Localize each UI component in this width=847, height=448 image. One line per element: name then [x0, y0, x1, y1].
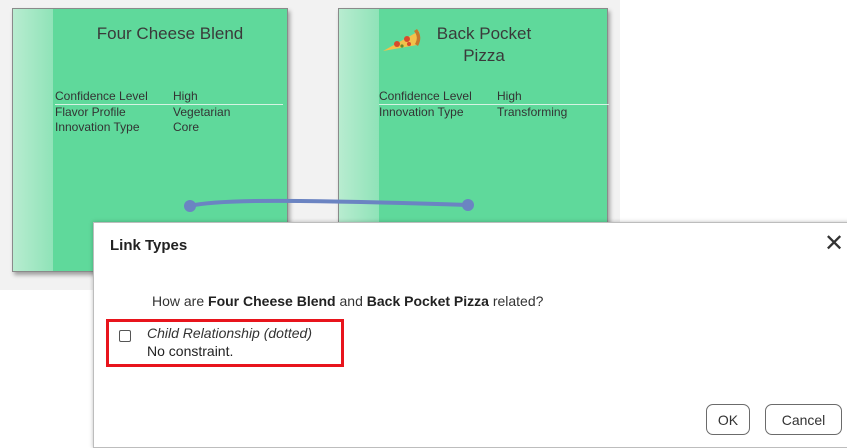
- card-properties: Confidence Level High Innovation Type Tr…: [379, 89, 609, 120]
- card-properties: Confidence Level High Flavor Profile Veg…: [55, 89, 283, 135]
- item-b-name: Back Pocket Pizza: [366, 293, 489, 309]
- property-value: High: [497, 89, 522, 103]
- card-back-pocket-pizza[interactable]: Back Pocket Pizza Confidence Level High …: [338, 8, 609, 233]
- property-label: Flavor Profile: [55, 105, 126, 119]
- card-strip: [13, 9, 53, 271]
- property-label: Confidence Level: [379, 89, 472, 103]
- card-strip: [339, 9, 379, 232]
- card-title-line: Pizza: [463, 46, 505, 65]
- property-row: Flavor Profile Vegetarian: [55, 105, 283, 120]
- option-title: Child Relationship (dotted): [147, 325, 312, 341]
- property-label: Innovation Type: [379, 105, 464, 119]
- close-icon[interactable]: ✕: [821, 231, 847, 257]
- pizza-slice-icon: [383, 29, 421, 51]
- property-row: Confidence Level High: [379, 89, 609, 105]
- property-row: Innovation Type Core: [55, 120, 283, 135]
- property-value: Vegetarian: [173, 105, 231, 119]
- property-value: Core: [173, 120, 200, 134]
- cancel-button[interactable]: Cancel: [765, 404, 842, 435]
- item-a-name: Four Cheese Blend: [208, 293, 336, 309]
- question-prefix: How are: [152, 293, 209, 309]
- question-middle: and: [335, 293, 367, 309]
- child-relationship-option[interactable]: Child Relationship (dotted) No constrain…: [106, 319, 344, 367]
- property-label: Innovation Type: [55, 120, 140, 134]
- property-value: Transforming: [497, 105, 568, 119]
- dialog-title: Link Types: [110, 237, 188, 254]
- card-title: Back Pocket Pizza: [429, 23, 539, 67]
- child-relationship-checkbox[interactable]: [119, 330, 131, 342]
- question-suffix: related?: [488, 293, 544, 309]
- option-description: No constraint.: [147, 343, 234, 359]
- card-title: Four Cheese Blend: [96, 24, 244, 43]
- ok-button[interactable]: OK: [706, 404, 750, 435]
- property-row: Confidence Level High: [55, 89, 283, 105]
- card-title-line: Back Pocket: [436, 24, 532, 43]
- link-types-dialog: Link Types ✕ How are Four Cheese Blend a…: [93, 222, 847, 448]
- property-label: Confidence Level: [55, 89, 148, 103]
- property-value: High: [173, 89, 198, 103]
- dialog-question: How are Four Cheese Blend and Back Pocke…: [152, 293, 543, 309]
- property-row: Innovation Type Transforming: [379, 105, 609, 120]
